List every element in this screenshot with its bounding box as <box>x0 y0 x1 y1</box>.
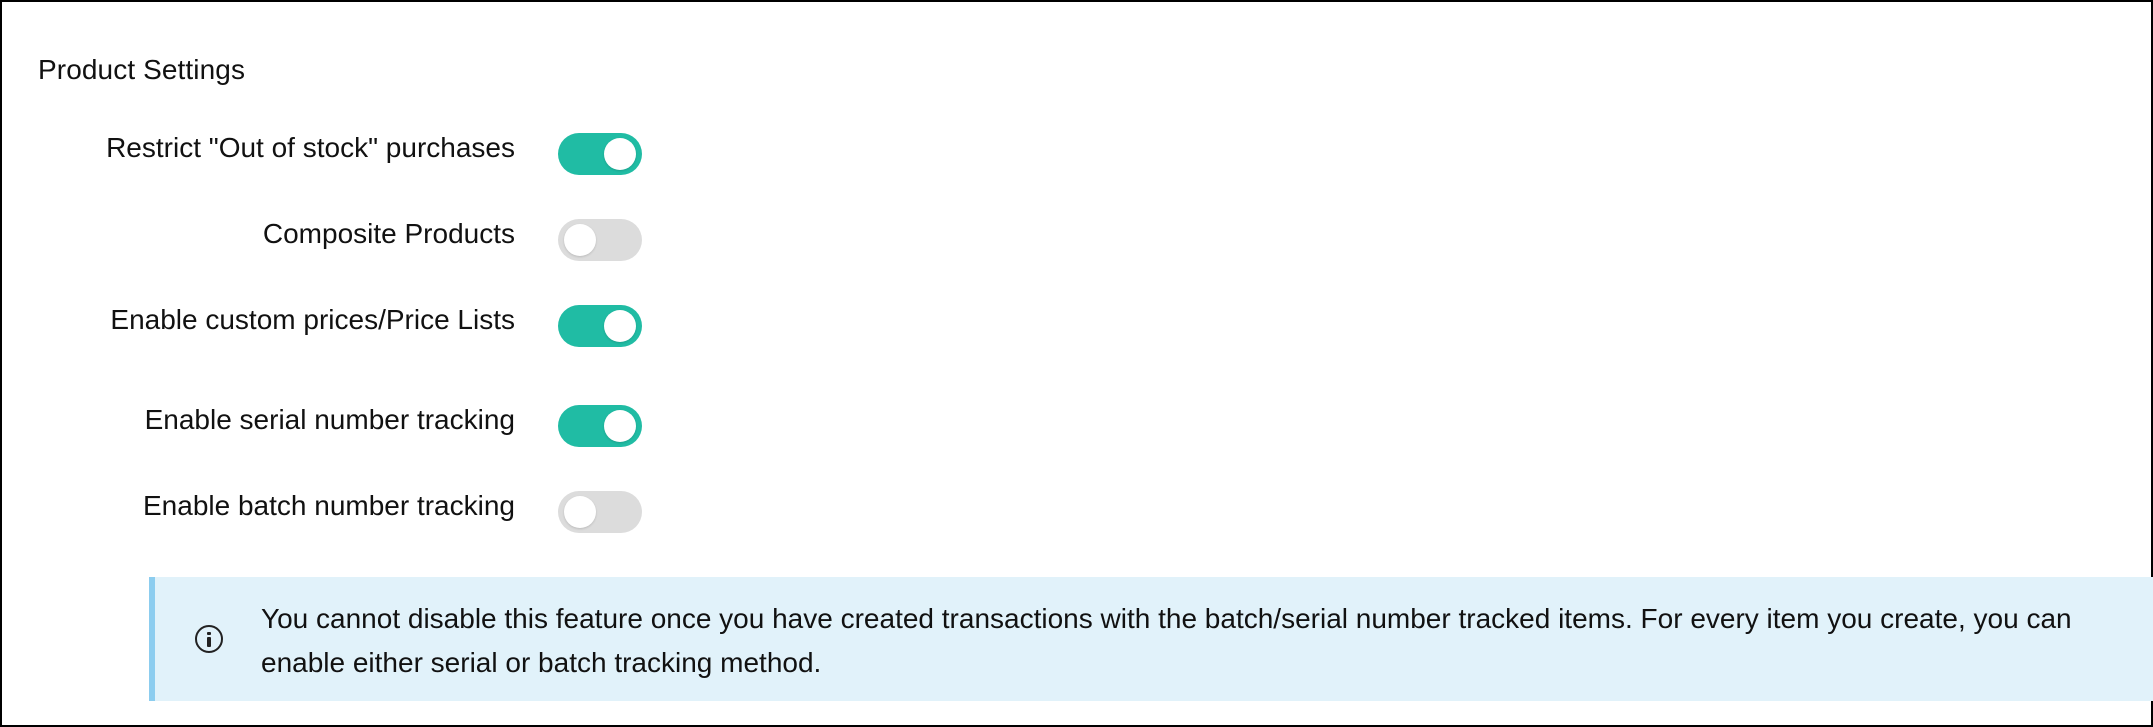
toggle-knob <box>564 496 596 528</box>
toggle-knob <box>604 310 636 342</box>
setting-label-serial-number-tracking: Enable serial number tracking <box>144 404 515 435</box>
toggle-composite-products[interactable] <box>558 219 642 261</box>
info-message: You cannot disable this feature once you… <box>261 603 2072 678</box>
setting-label-custom-prices: Enable custom prices/Price Lists <box>110 304 515 335</box>
section-title: Product Settings <box>38 54 246 85</box>
info-icon-dot <box>207 632 211 635</box>
toggle-serial-number-tracking[interactable] <box>558 405 642 447</box>
setting-label-restrict-out-of-stock: Restrict "Out of stock" purchases <box>106 132 515 163</box>
info-callout: You cannot disable this feature once you… <box>149 577 2153 701</box>
toggle-knob <box>564 224 596 256</box>
toggle-knob <box>604 410 636 442</box>
setting-label-batch-number-tracking: Enable batch number tracking <box>143 490 515 521</box>
info-icon-stem <box>207 637 211 647</box>
info-icon <box>195 625 223 653</box>
toggle-custom-prices[interactable] <box>558 305 642 347</box>
setting-label-composite-products: Composite Products <box>262 218 515 249</box>
product-settings-panel: Product Settings Restrict "Out of stock"… <box>0 0 2153 727</box>
toggle-batch-number-tracking[interactable] <box>558 491 642 533</box>
toggle-restrict-out-of-stock[interactable] <box>558 133 642 175</box>
toggle-knob <box>604 138 636 170</box>
